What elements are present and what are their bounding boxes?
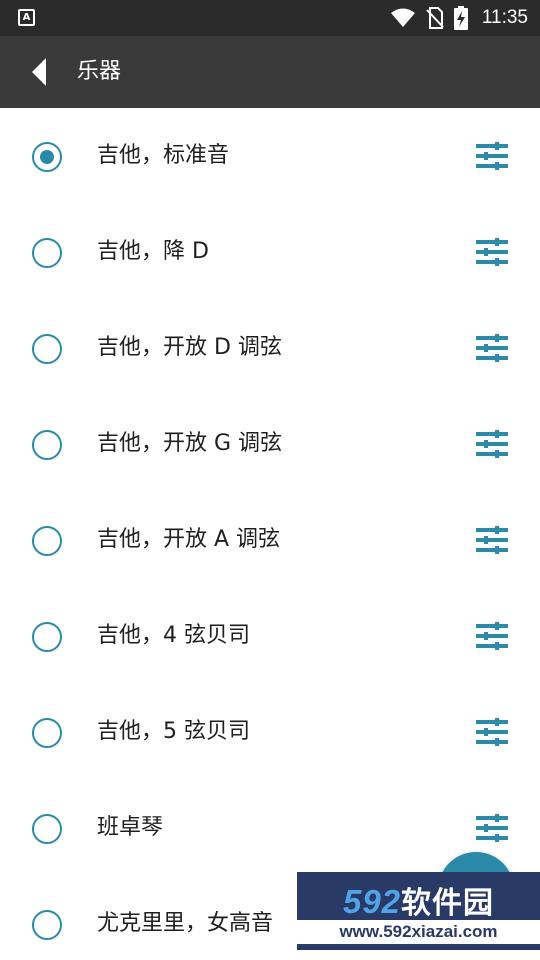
instrument-radio[interactable] (32, 334, 62, 364)
page-title: 乐器 (77, 59, 122, 84)
instrument-row[interactable]: 吉他，4 弦贝司 (0, 588, 540, 684)
instrument-label: 尤克里里，女高音 (97, 911, 274, 936)
watermark-brand: 592软件园 (297, 878, 540, 922)
instrument-label: 吉他，降 D (97, 239, 209, 264)
tune-icon (476, 430, 508, 458)
tune-icon (476, 622, 508, 650)
instrument-row[interactable]: 吉他，开放 A 调弦 (0, 492, 540, 588)
app-notification-icon: A (18, 9, 35, 26)
instrument-row[interactable]: 吉他，标准音 (0, 108, 540, 204)
status-bar: A 11:35 (0, 0, 540, 36)
wifi-icon (390, 8, 415, 27)
instrument-radio[interactable] (32, 526, 62, 556)
instrument-row[interactable]: 吉他，开放 D 调弦 (0, 300, 540, 396)
tune-icon (476, 526, 508, 554)
instrument-radio[interactable] (32, 814, 62, 844)
instrument-radio[interactable] (32, 622, 62, 652)
watermark-text: 软件园 (401, 887, 495, 920)
tuning-settings-button[interactable] (470, 810, 514, 846)
tuning-settings-button[interactable] (470, 330, 514, 366)
instrument-radio[interactable] (32, 142, 62, 172)
instrument-label: 吉他，5 弦贝司 (97, 719, 250, 744)
tuning-settings-button[interactable] (470, 714, 514, 750)
watermark-number: 592 (342, 883, 402, 920)
tuning-settings-button[interactable] (470, 234, 514, 270)
back-arrow-icon (32, 58, 46, 86)
instrument-radio[interactable] (32, 910, 62, 940)
tune-icon (476, 334, 508, 362)
instrument-label: 吉他，开放 A 调弦 (97, 527, 281, 552)
tuning-settings-button[interactable] (470, 138, 514, 174)
instrument-label: 吉他，4 弦贝司 (97, 623, 250, 648)
tune-icon (476, 142, 508, 170)
tune-icon (476, 238, 508, 266)
instrument-radio[interactable] (32, 718, 62, 748)
tuning-settings-button[interactable] (470, 522, 514, 558)
watermark-url: www.592xiazai.com (297, 920, 540, 944)
instrument-label: 吉他，开放 G 调弦 (97, 431, 283, 456)
watermark-logo: 592软件园 www.592xiazai.com (297, 872, 540, 950)
instrument-radio[interactable] (32, 430, 62, 460)
instrument-label: 班卓琴 (97, 815, 164, 840)
status-icons: 11:35 (390, 0, 528, 36)
tune-icon (476, 718, 508, 746)
instrument-label: 吉他，开放 D 调弦 (97, 335, 282, 360)
back-button[interactable] (16, 48, 64, 96)
tuning-settings-button[interactable] (470, 618, 514, 654)
instrument-row[interactable]: 吉他，5 弦贝司 (0, 684, 540, 780)
instrument-row[interactable]: 吉他，降 D (0, 204, 540, 300)
clock: 11:35 (481, 7, 528, 28)
tune-icon (476, 814, 508, 842)
tuning-settings-button[interactable] (470, 426, 514, 462)
instrument-list: 吉他，标准音 吉他，降 D 吉他，开放 D 调弦 吉他，开放 G 调弦 吉他，开… (0, 108, 540, 960)
instrument-row[interactable]: 吉他，开放 G 调弦 (0, 396, 540, 492)
instrument-label: 吉他，标准音 (97, 143, 230, 168)
instrument-radio[interactable] (32, 238, 62, 268)
app-bar: 乐器 (0, 36, 540, 108)
no-sim-icon (426, 7, 444, 29)
battery-charging-icon (453, 6, 468, 30)
